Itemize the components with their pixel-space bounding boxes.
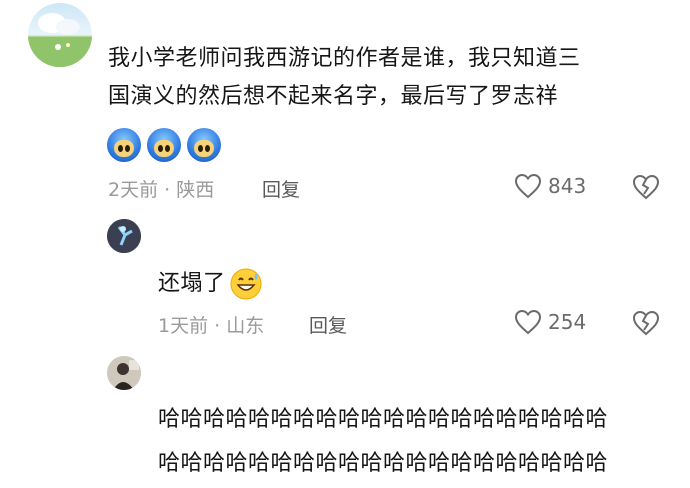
like-count: 843 bbox=[548, 174, 587, 198]
avatar-image bbox=[107, 356, 141, 390]
avatar[interactable] bbox=[107, 356, 141, 390]
comment-text: 我小学老师问我西游记的作者是谁，我只知道三 国演义的然后想不起来名字，最后写了罗… bbox=[108, 40, 581, 116]
cool-doge-sticker-icon bbox=[107, 128, 141, 162]
avatar-image bbox=[28, 13, 92, 67]
comment-line: 国演义的然后想不起来名字，最后写了罗志祥 bbox=[108, 84, 559, 109]
like-button[interactable]: 254 bbox=[514, 309, 586, 335]
broken-heart-icon[interactable] bbox=[632, 310, 660, 336]
grinning-sweat-emoji-icon bbox=[230, 268, 262, 300]
comment-meta: 2天前 · 陕西 bbox=[108, 179, 215, 201]
comment-text: 哈哈哈哈哈哈哈哈哈哈哈哈哈哈哈哈哈哈哈哈 哈哈哈哈哈哈哈哈哈哈哈哈哈哈哈哈哈哈哈… bbox=[158, 398, 608, 486]
comment-line: 哈哈哈哈哈哈哈哈哈哈哈哈哈哈哈哈哈哈哈哈 bbox=[158, 407, 609, 432]
avatar[interactable] bbox=[107, 219, 141, 253]
reply-button[interactable]: 回复 bbox=[262, 175, 300, 202]
avatar-image bbox=[107, 219, 141, 253]
heart-icon bbox=[514, 173, 542, 199]
comment-line: 还塌了 bbox=[158, 271, 226, 296]
comment-text: 还塌了 bbox=[158, 265, 262, 303]
broken-heart-icon[interactable] bbox=[632, 174, 660, 200]
cool-doge-sticker-icon bbox=[147, 128, 181, 162]
avatar[interactable] bbox=[28, 3, 92, 67]
reply-button[interactable]: 回复 bbox=[309, 311, 347, 338]
sticker-row bbox=[107, 128, 221, 162]
like-count: 254 bbox=[548, 310, 587, 334]
comment-meta: 1天前 · 山东 bbox=[158, 315, 265, 337]
cool-doge-sticker-icon bbox=[187, 128, 221, 162]
comment-line: 我小学老师问我西游记的作者是谁，我只知道三 bbox=[108, 46, 581, 71]
like-button[interactable]: 843 bbox=[514, 173, 586, 199]
heart-icon bbox=[514, 309, 542, 335]
comment-line: 哈哈哈哈哈哈哈哈哈哈哈哈哈哈哈哈哈哈哈哈 bbox=[158, 451, 609, 476]
